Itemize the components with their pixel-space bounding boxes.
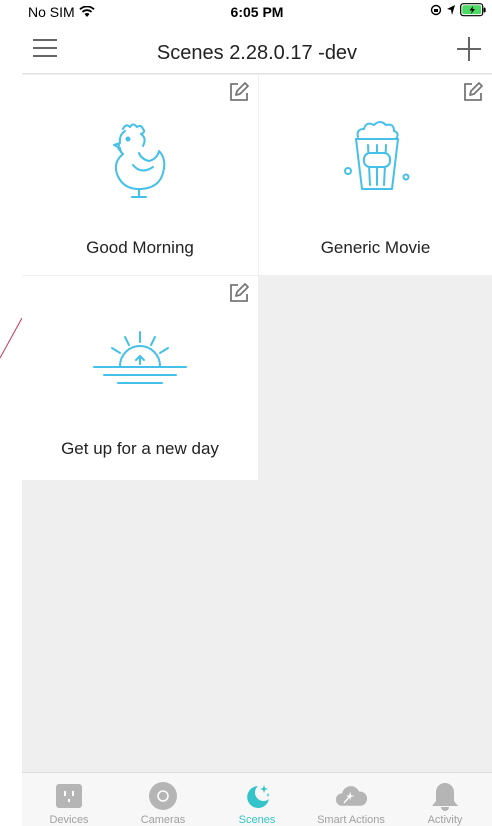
rooster-icon	[113, 123, 166, 198]
tab-label: Devices	[49, 814, 89, 826]
header-bar: Scenes 2.28.0.17 -dev	[22, 24, 492, 74]
page-title: Scenes 2.28.0.17 -dev	[156, 42, 358, 64]
scene-card-generic-movie[interactable]: Generic Movie	[259, 75, 492, 275]
tab-cameras[interactable]: Cameras	[116, 773, 210, 826]
tab-label: Cameras	[140, 814, 186, 826]
location-icon	[447, 5, 455, 15]
scene-card-get-up[interactable]: Get up for a new day	[22, 276, 258, 480]
tab-label: Smart Actions	[317, 814, 385, 826]
tab-scenes[interactable]: Scenes	[210, 773, 304, 826]
scene-label: Good Morning	[86, 238, 194, 257]
scene-label: Generic Movie	[320, 238, 431, 257]
tab-devices[interactable]: Devices	[22, 773, 116, 826]
app-screen: No SIM 6:05 PM Scenes 2.28.0.17 -dev Goo…	[22, 0, 492, 826]
tab-label: Scenes	[238, 814, 276, 826]
smart-actions-icon	[335, 786, 367, 806]
stray-line	[0, 317, 22, 359]
battery-icon	[460, 3, 486, 17]
scenes-icon	[247, 785, 270, 808]
edit-icon[interactable]	[228, 282, 250, 304]
camera-icon	[149, 782, 177, 810]
status-right-icons	[430, 3, 486, 17]
left-margin	[0, 0, 22, 826]
sunrise-icon	[93, 331, 187, 384]
scene-card-good-morning[interactable]: Good Morning	[22, 75, 258, 275]
status-time: 6:05 PM	[230, 4, 284, 20]
rotation-lock-icon	[430, 4, 442, 16]
add-scene-button[interactable]	[456, 36, 482, 62]
tab-smart-actions[interactable]: Smart Actions	[304, 773, 398, 826]
edit-icon[interactable]	[228, 81, 250, 103]
bottom-tab-bar: Devices Cameras Scenes Smart Actions Act…	[22, 772, 492, 826]
status-bar: No SIM 6:05 PM	[22, 0, 492, 24]
edit-icon[interactable]	[462, 81, 484, 103]
tab-label: Activity	[427, 814, 463, 826]
tab-activity[interactable]: Activity	[398, 773, 492, 826]
popcorn-icon	[343, 121, 409, 190]
scene-label: Get up for a new day	[61, 439, 219, 458]
bell-icon	[432, 783, 458, 811]
plug-icon	[56, 784, 82, 808]
